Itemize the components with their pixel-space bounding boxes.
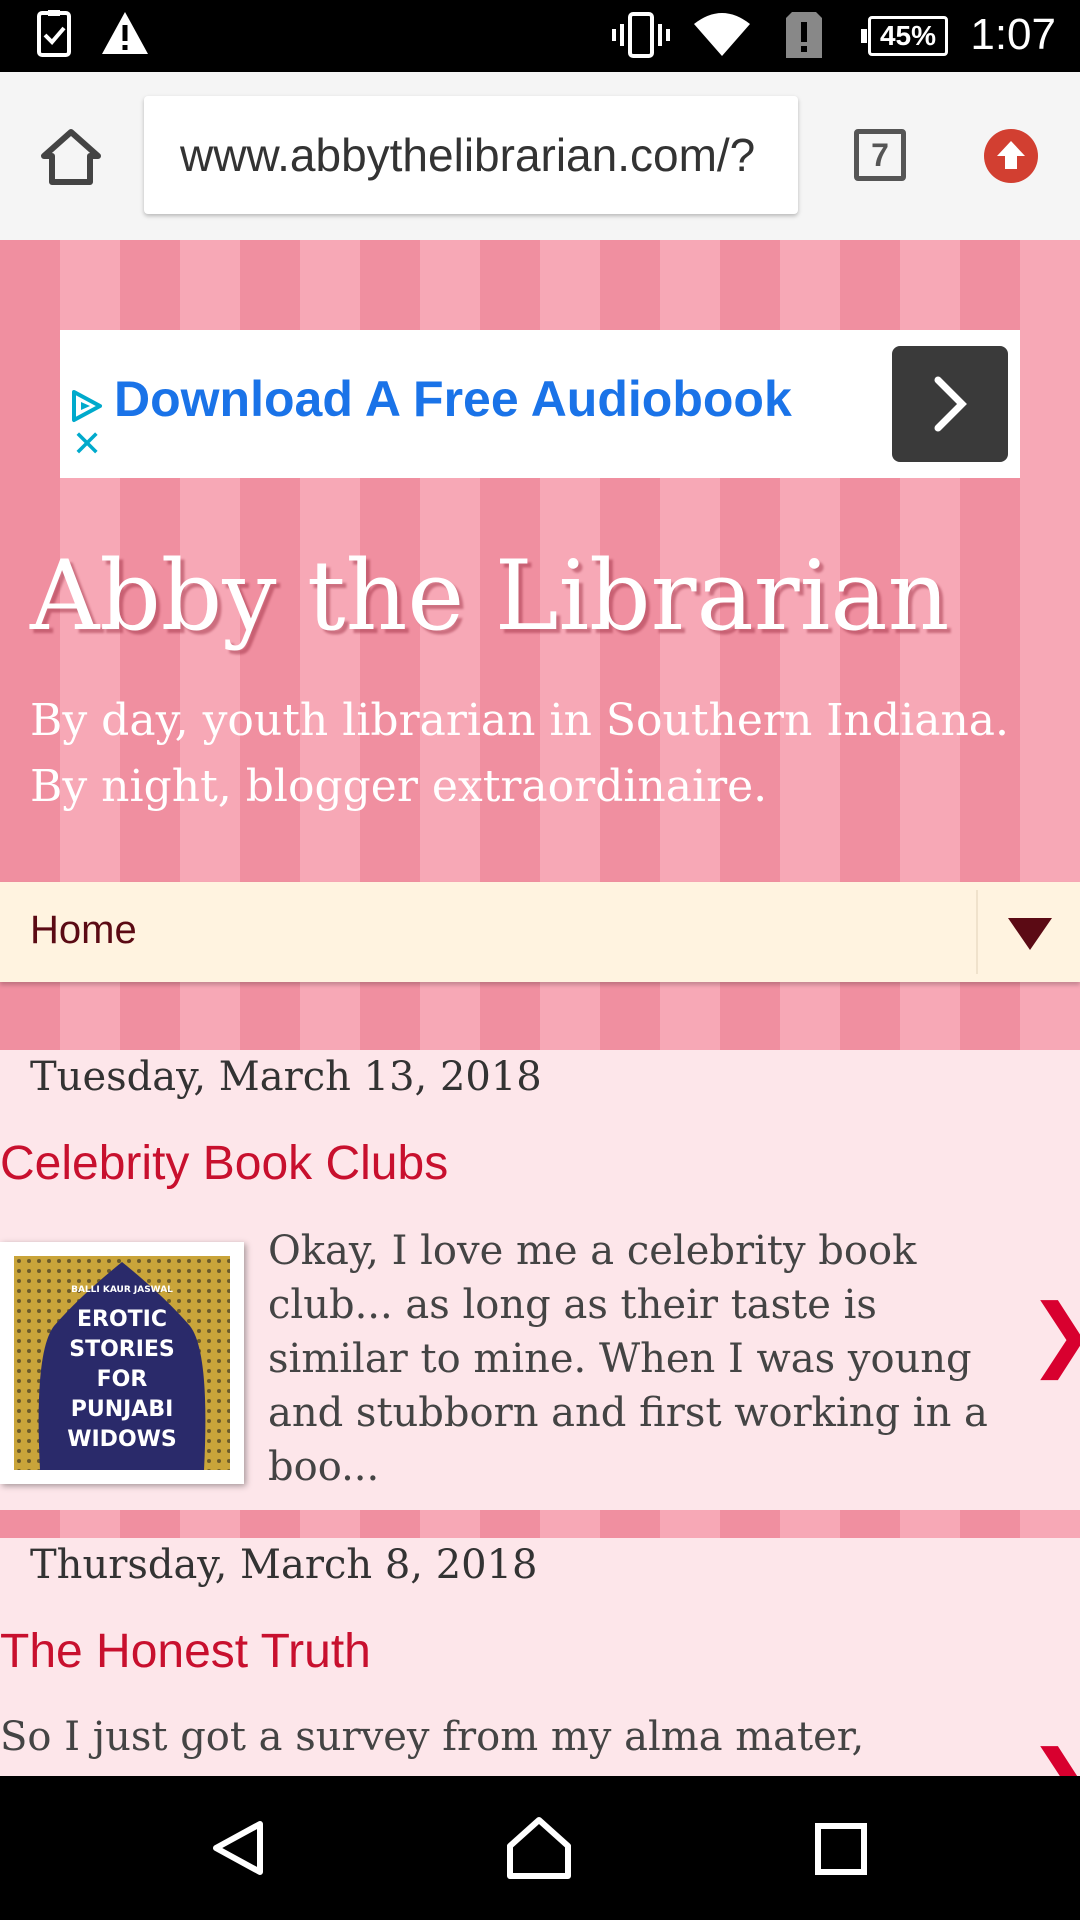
- post-excerpt: Okay, I love me a celebrity book club...…: [268, 1228, 988, 1490]
- ad-title[interactable]: Download A Free Audiobook: [114, 370, 792, 428]
- svg-text:WIDOWS: WIDOWS: [67, 1427, 177, 1452]
- post-title[interactable]: Celebrity Book Clubs: [0, 1136, 448, 1191]
- back-icon[interactable]: [208, 1818, 268, 1883]
- post-item: Tuesday, March 13, 2018 Celebrity Book C…: [0, 1050, 1080, 1510]
- post-date: Tuesday, March 13, 2018: [30, 1054, 542, 1100]
- svg-text:STORIES: STORIES: [69, 1337, 175, 1362]
- nav-home-link[interactable]: Home: [30, 882, 137, 978]
- url-bar[interactable]: www.abbythelibrarian.com/?: [144, 96, 798, 214]
- task-check-icon: [36, 10, 72, 63]
- status-time: 1:07: [970, 10, 1056, 59]
- post-excerpt: So I just got a survey from my alma mate…: [0, 1714, 865, 1760]
- cover-author: BALLI KAUR JASWAL: [71, 1285, 173, 1295]
- home-icon[interactable]: [506, 1816, 572, 1885]
- blog-title[interactable]: Abby the Librarian: [30, 540, 949, 652]
- chevron-right-icon[interactable]: ❯: [1028, 1740, 1080, 1777]
- nav-divider: [976, 890, 978, 974]
- nav-menu: Home: [0, 882, 1080, 982]
- svg-text:FOR: FOR: [97, 1367, 148, 1392]
- svg-text:PUNJABI: PUNJABI: [71, 1397, 174, 1422]
- chevron-right-icon[interactable]: [892, 346, 1008, 462]
- warning-icon: [100, 10, 150, 61]
- update-icon[interactable]: [984, 129, 1038, 183]
- battery-indicator: 45%: [861, 16, 948, 56]
- signal-alert-icon: [784, 10, 824, 65]
- book-cover: BALLI KAUR JASWAL EROTIC STORIES FOR PUN…: [14, 1256, 230, 1470]
- post-date: Thursday, March 8, 2018: [30, 1542, 538, 1588]
- browser-toolbar: www.abbythelibrarian.com/? 7: [0, 72, 1080, 241]
- tabs-icon[interactable]: 7: [854, 129, 906, 181]
- post-title[interactable]: The Honest Truth: [0, 1624, 371, 1679]
- svg-text:EROTIC: EROTIC: [77, 1307, 167, 1332]
- web-page: ✕ Download A Free Audiobook Abby the Lib…: [0, 240, 1080, 1776]
- recents-icon[interactable]: [814, 1822, 868, 1881]
- ad-banner[interactable]: ✕ Download A Free Audiobook: [60, 330, 1020, 478]
- url-text[interactable]: www.abbythelibrarian.com/?: [180, 96, 755, 214]
- status-bar: 45% 1:07: [0, 0, 1080, 72]
- system-nav-bar: [0, 1776, 1080, 1920]
- wifi-icon: [692, 10, 752, 63]
- close-icon[interactable]: ✕: [72, 426, 102, 462]
- post-thumbnail[interactable]: BALLI KAUR JASWAL EROTIC STORIES FOR PUN…: [0, 1242, 244, 1484]
- vibrate-icon: [612, 10, 670, 65]
- home-icon[interactable]: [40, 128, 102, 191]
- post-item: Thursday, March 8, 2018 The Honest Truth…: [0, 1538, 1080, 1776]
- chevron-right-icon[interactable]: ❯: [1028, 1294, 1080, 1374]
- blog-description: By day, youth librarian in Southern Indi…: [30, 695, 1010, 812]
- dropdown-arrow-icon[interactable]: [1008, 918, 1052, 950]
